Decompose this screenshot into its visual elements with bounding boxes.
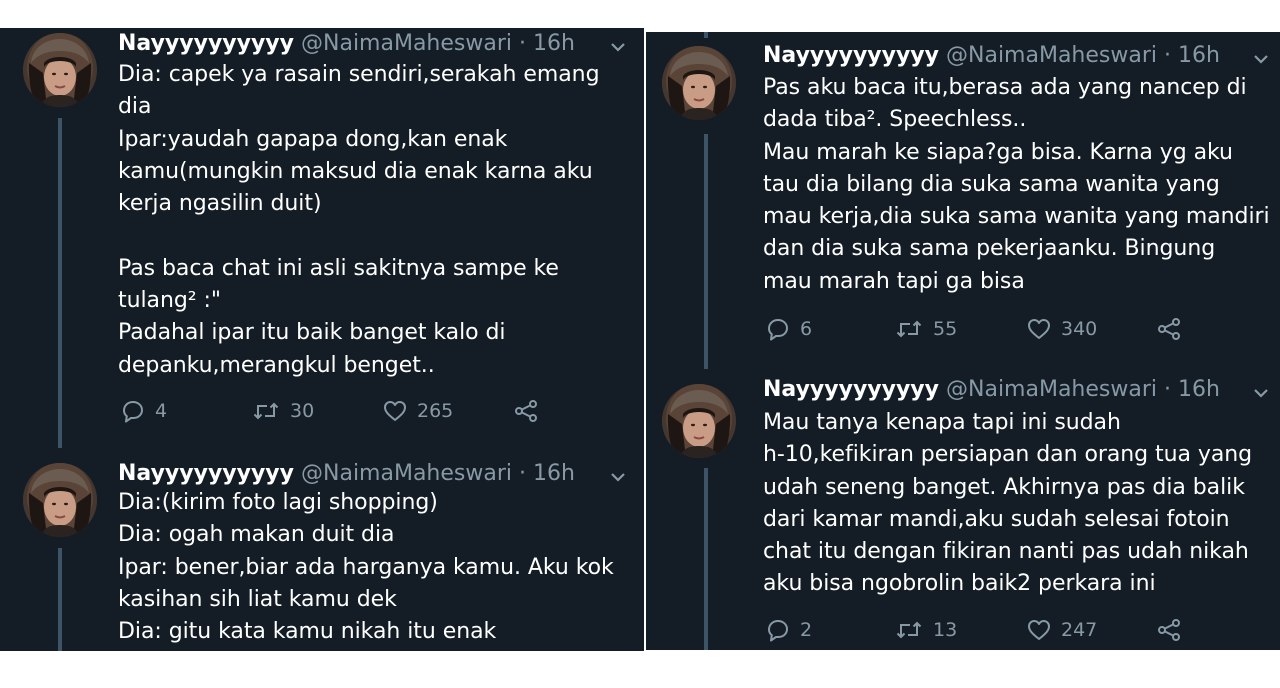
like-button[interactable]: 247 <box>1027 615 1097 645</box>
tweet-text: Dia: capek ya rasain sendiri,serakah ema… <box>118 62 600 378</box>
tweet-text: Mau tanya kenapa tapi ini sudah h-10,kef… <box>763 410 1253 597</box>
timestamp[interactable]: 16h <box>1178 43 1220 68</box>
tweet[interactable]: Nayyyyyyyyyy @NaimaMaheswari · 16h Mau t… <box>646 369 1280 650</box>
user-handle[interactable]: @NaimaMaheswari <box>301 461 512 486</box>
like-count: 340 <box>1061 318 1098 340</box>
share-icon <box>515 400 537 422</box>
tweet[interactable]: Nayyyyyyyyyy @NaimaMaheswari · 16h Dia:(… <box>0 458 644 651</box>
heart-icon <box>1028 319 1050 339</box>
chevron-down-icon[interactable] <box>1252 50 1270 72</box>
reply-button[interactable]: 2 <box>766 615 812 645</box>
retweet-icon <box>896 321 922 337</box>
retweet-count: 13 <box>933 619 958 641</box>
display-name[interactable]: Nayyyyyyyyyy <box>763 43 939 68</box>
tweet-actions: 6 55 340 <box>766 314 1266 344</box>
like-count: 265 <box>417 400 454 422</box>
chevron-down-icon[interactable] <box>1252 384 1270 406</box>
retweet-button[interactable]: 13 <box>895 615 957 645</box>
tweet-header: Nayyyyyyyyyy @NaimaMaheswari · 16h <box>118 460 575 488</box>
retweet-button[interactable]: 30 <box>252 396 314 426</box>
display-name[interactable]: Nayyyyyyyyyy <box>118 31 294 56</box>
avatar[interactable] <box>662 46 736 120</box>
right-screenshot-panel: Nayyyyyyyyyy @NaimaMaheswari · 16h Pas a… <box>646 32 1280 650</box>
header-separator: · <box>512 461 533 486</box>
display-name[interactable]: Nayyyyyyyyyy <box>118 461 294 486</box>
reply-count: 2 <box>800 619 813 641</box>
user-handle[interactable]: @NaimaMaheswari <box>946 43 1157 68</box>
timestamp[interactable]: 16h <box>533 461 575 486</box>
share-icon <box>1158 619 1180 641</box>
user-handle[interactable]: @NaimaMaheswari <box>301 31 512 56</box>
heart-icon <box>1028 620 1050 640</box>
share-button[interactable] <box>1157 314 1181 344</box>
share-button[interactable] <box>1157 615 1181 645</box>
timestamp[interactable]: 16h <box>1178 377 1220 402</box>
like-button[interactable]: 265 <box>383 396 453 426</box>
share-button[interactable] <box>514 396 538 426</box>
reply-count: 6 <box>800 318 813 340</box>
reply-icon <box>123 401 143 423</box>
header-separator: · <box>1157 377 1178 402</box>
tweet-actions: 4 30 265 <box>121 396 621 426</box>
timestamp[interactable]: 16h <box>533 31 575 56</box>
retweet-button[interactable]: 55 <box>895 314 957 344</box>
header-separator: · <box>512 31 533 56</box>
left-screenshot-panel: Nayyyyyyyyyy @NaimaMaheswari · 16h Dia: … <box>0 28 644 651</box>
reply-button[interactable]: 6 <box>766 314 812 344</box>
reply-count: 4 <box>155 400 168 422</box>
tweet[interactable]: Nayyyyyyyyyy @NaimaMaheswari · 16h Pas a… <box>646 32 1280 372</box>
tweet-header: Nayyyyyyyyyy @NaimaMaheswari · 16h <box>763 42 1220 70</box>
tweet[interactable]: Nayyyyyyyyyy @NaimaMaheswari · 16h Dia: … <box>0 28 644 458</box>
tweet-text: Pas aku baca itu,berasa ada yang nancep … <box>763 75 1270 294</box>
user-handle[interactable]: @NaimaMaheswari <box>946 377 1157 402</box>
tweet-header: Nayyyyyyyyyy @NaimaMaheswari · 16h <box>763 376 1220 404</box>
reply-button[interactable]: 4 <box>121 396 167 426</box>
tweet-text: Dia:(kirim foto lagi shopping) Dia: ogah… <box>118 490 614 645</box>
retweet-icon <box>896 622 922 638</box>
retweet-count: 30 <box>290 400 315 422</box>
like-count: 247 <box>1061 619 1098 641</box>
reply-icon <box>768 319 788 341</box>
reply-icon <box>768 620 788 642</box>
share-icon <box>1158 318 1180 340</box>
tweet-header: Nayyyyyyyyyy @NaimaMaheswari · 16h <box>118 30 575 58</box>
like-button[interactable]: 340 <box>1027 314 1097 344</box>
avatar[interactable] <box>23 33 97 107</box>
avatar[interactable] <box>23 463 97 537</box>
chevron-down-icon[interactable] <box>609 38 627 60</box>
heart-icon <box>384 401 406 421</box>
retweet-icon <box>253 403 279 419</box>
retweet-count: 55 <box>933 318 958 340</box>
avatar[interactable] <box>662 384 736 458</box>
display-name[interactable]: Nayyyyyyyyyy <box>763 377 939 402</box>
header-separator: · <box>1157 43 1178 68</box>
tweet-actions: 2 13 247 <box>766 615 1266 645</box>
